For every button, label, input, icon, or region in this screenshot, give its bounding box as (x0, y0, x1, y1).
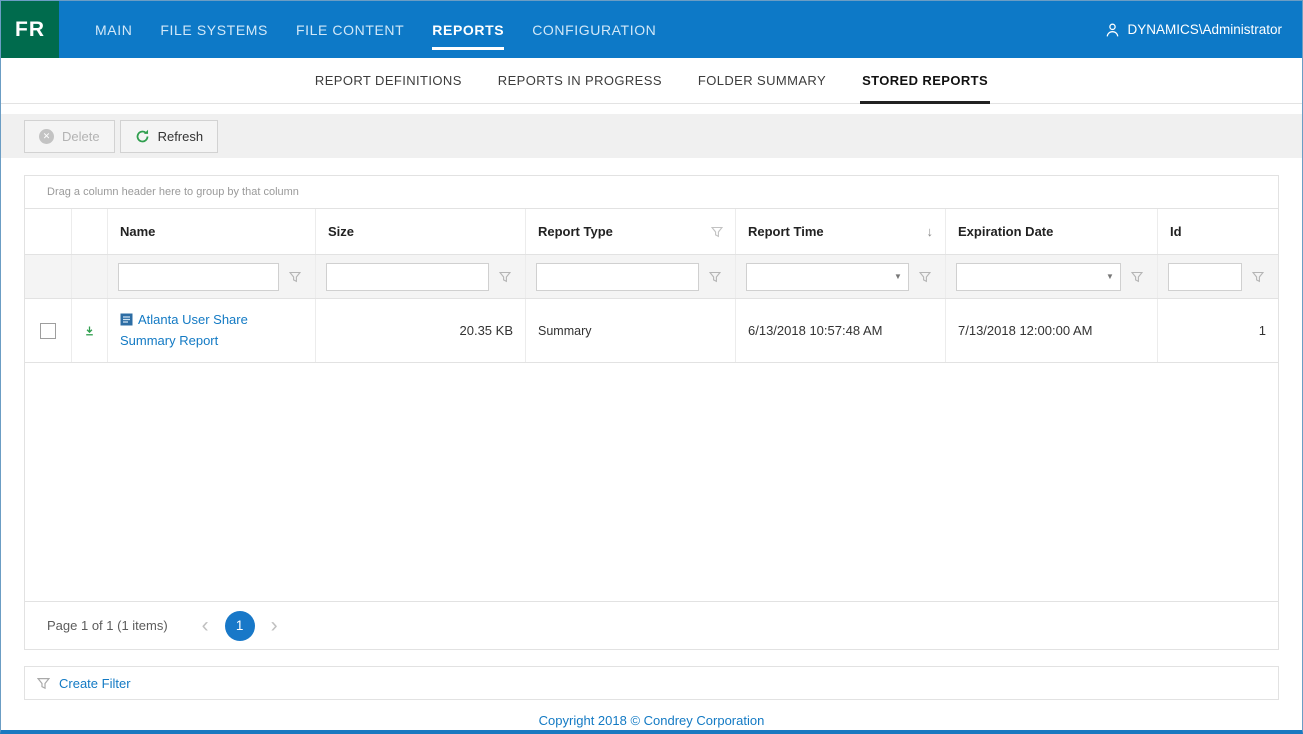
previous-page-icon[interactable]: ‹ (196, 615, 215, 636)
row-size-cell: 20.35 KB (316, 299, 526, 362)
column-header-expiration-date[interactable]: Expiration Date (946, 209, 1158, 254)
name-filter-input[interactable] (118, 263, 279, 291)
report-time: 6/13/2018 10:57:48 AM (748, 323, 882, 338)
row-report-type-cell: Summary (526, 299, 736, 362)
report-size: 20.35 KB (460, 323, 514, 338)
row-name-cell: Atlanta User Share Summary Report (108, 299, 316, 362)
row-report-time-cell: 6/13/2018 10:57:48 AM (736, 299, 946, 362)
row-download-cell (72, 299, 108, 362)
column-header-report-time-label: Report Time (748, 224, 824, 239)
stored-reports-grid: Drag a column header here to group by th… (24, 175, 1279, 650)
row-select-cell (25, 299, 72, 362)
download-column-header (72, 209, 108, 254)
column-header-id-label: Id (1170, 224, 1182, 239)
size-filter-icon[interactable] (493, 263, 517, 291)
chevron-down-icon[interactable]: ▼ (1100, 272, 1120, 281)
column-header-report-type[interactable]: Report Type (526, 209, 736, 254)
refresh-button-label: Refresh (158, 129, 204, 144)
nav-item-file-systems[interactable]: FILE SYSTEMS (146, 1, 282, 58)
filter-panel: Create Filter (24, 666, 1279, 700)
column-header-expiration-date-label: Expiration Date (958, 224, 1053, 239)
expiration-date-filter-icon[interactable] (1125, 263, 1149, 291)
column-header-size[interactable]: Size (316, 209, 526, 254)
pagination-summary: Page 1 of 1 (1 items) (47, 618, 168, 633)
report-time-filter-cell: ▼ (736, 255, 946, 298)
expiration-date-filter-input[interactable] (957, 264, 1100, 290)
expiration-date-filter-cell: ▼ (946, 255, 1158, 298)
row-id-cell: 1 (1158, 299, 1278, 362)
size-filter-input[interactable] (326, 263, 489, 291)
nav-item-reports[interactable]: REPORTS (418, 1, 518, 58)
report-id: 1 (1259, 323, 1266, 338)
size-filter-cell (316, 255, 526, 298)
filter-icon[interactable] (711, 226, 723, 238)
pagination-bar: Page 1 of 1 (1 items) ‹ 1 › (25, 601, 1278, 649)
download-icon[interactable] (84, 323, 95, 339)
name-filter-cell (108, 255, 316, 298)
next-page-icon[interactable]: › (265, 615, 284, 636)
report-type-filter-icon[interactable] (703, 263, 727, 291)
column-header-report-time[interactable]: Report Time ↓ (736, 209, 946, 254)
grid-filter-row: ▼ ▼ (25, 255, 1278, 299)
name-filter-icon[interactable] (283, 263, 307, 291)
column-header-report-type-label: Report Type (538, 224, 613, 239)
user-icon (1105, 22, 1120, 38)
nav-item-configuration[interactable]: CONFIGURATION (518, 1, 670, 58)
select-column-header (25, 209, 72, 254)
footer-copyright: Copyright 2018 © Condrey Corporation (1, 713, 1302, 728)
grid-header-row: Name Size Report Type Report Time ↓ Expi… (25, 209, 1278, 255)
create-filter-link[interactable]: Create Filter (59, 676, 131, 691)
delete-button-label: Delete (62, 129, 100, 144)
user-menu[interactable]: DYNAMICS\Administrator (1105, 1, 1302, 58)
top-nav-bar: FR MAIN FILE SYSTEMS FILE CONTENT REPORT… (1, 1, 1302, 58)
table-row: Atlanta User Share Summary Report 20.35 … (25, 299, 1278, 363)
nav-item-main[interactable]: MAIN (81, 1, 146, 58)
app-logo: FR (1, 1, 59, 58)
tab-folder-summary[interactable]: FOLDER SUMMARY (687, 58, 837, 103)
tab-report-definitions[interactable]: REPORT DEFINITIONS (304, 58, 473, 103)
row-expiration-date-cell: 7/13/2018 12:00:00 AM (946, 299, 1158, 362)
delete-icon: ✕ (39, 129, 54, 144)
report-name-text: Atlanta User Share Summary Report (120, 312, 248, 347)
report-name-link[interactable]: Atlanta User Share Summary Report (120, 310, 303, 350)
report-time-filter-select[interactable]: ▼ (746, 263, 909, 291)
tab-stored-reports[interactable]: STORED REPORTS (851, 58, 999, 103)
select-filter-cell (25, 255, 72, 298)
refresh-button[interactable]: Refresh (120, 120, 219, 153)
group-by-drop-zone[interactable]: Drag a column header here to group by th… (25, 176, 1278, 209)
sort-descending-icon[interactable]: ↓ (927, 224, 934, 239)
main-nav: MAIN FILE SYSTEMS FILE CONTENT REPORTS C… (81, 1, 670, 58)
report-time-filter-icon[interactable] (913, 263, 937, 291)
reports-tab-bar: REPORT DEFINITIONS REPORTS IN PROGRESS F… (1, 58, 1302, 104)
page-number-button[interactable]: 1 (225, 611, 255, 641)
toolbar: ✕ Delete Refresh (1, 114, 1302, 158)
delete-button[interactable]: ✕ Delete (24, 120, 115, 153)
report-type-filter-cell (526, 255, 736, 298)
app-window: FR MAIN FILE SYSTEMS FILE CONTENT REPORT… (1, 1, 1302, 728)
column-header-id[interactable]: Id (1158, 209, 1278, 254)
column-header-size-label: Size (328, 224, 354, 239)
user-name: DYNAMICS\Administrator (1127, 22, 1282, 37)
download-filter-cell (72, 255, 108, 298)
report-time-filter-input[interactable] (747, 264, 888, 290)
row-checkbox[interactable] (40, 323, 56, 339)
report-document-icon (120, 313, 133, 326)
column-header-name[interactable]: Name (108, 209, 316, 254)
id-filter-icon[interactable] (1246, 263, 1270, 291)
chevron-down-icon[interactable]: ▼ (888, 272, 908, 281)
id-filter-cell (1158, 255, 1278, 298)
expiration-date-filter-select[interactable]: ▼ (956, 263, 1121, 291)
nav-item-file-content[interactable]: FILE CONTENT (282, 1, 418, 58)
column-header-name-label: Name (120, 224, 155, 239)
tab-reports-in-progress[interactable]: REPORTS IN PROGRESS (487, 58, 673, 103)
filter-icon (37, 677, 50, 690)
report-type-filter-input[interactable] (536, 263, 699, 291)
id-filter-input[interactable] (1168, 263, 1242, 291)
grid-empty-area (25, 363, 1278, 601)
expiration-date: 7/13/2018 12:00:00 AM (958, 323, 1092, 338)
refresh-icon (135, 129, 150, 144)
report-type: Summary (538, 324, 591, 338)
